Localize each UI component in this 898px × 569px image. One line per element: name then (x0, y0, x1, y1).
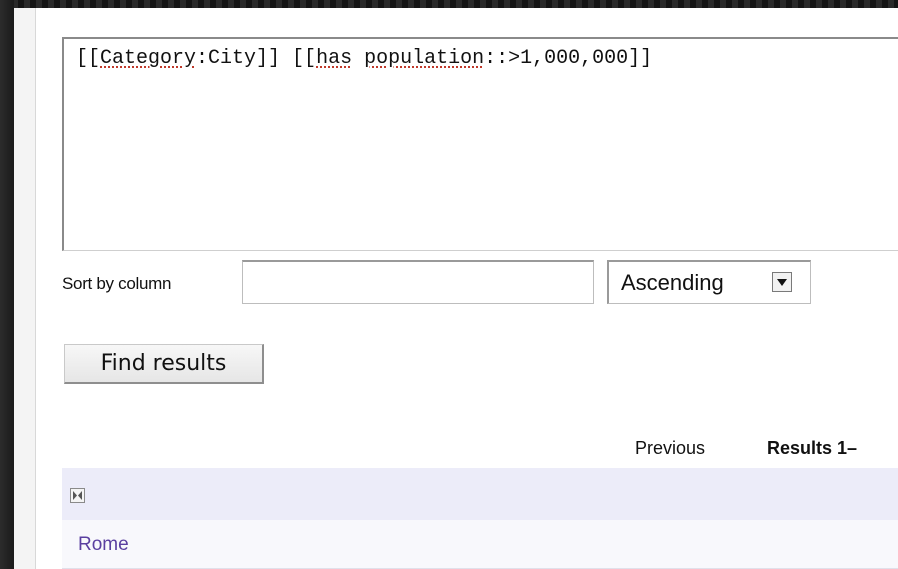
sort-toggle-icon[interactable] (70, 488, 85, 503)
query-population-word: population (364, 47, 485, 70)
sort-label: Sort by column (62, 274, 172, 293)
query-prefix: [[ (76, 47, 101, 70)
window-left-edge (0, 0, 14, 569)
query-has-word: has (316, 47, 353, 70)
table-row: Rome (62, 520, 898, 569)
sort-order-value: Ascending (621, 270, 724, 295)
results-range: Results 1– (767, 438, 858, 458)
query-space (352, 47, 364, 70)
query-category-word: Category (100, 47, 197, 70)
query-condition: ::>1,000,000]] (484, 47, 653, 70)
sort-order-select[interactable]: Ascending (607, 260, 811, 304)
previous-link[interactable]: Previous (635, 438, 705, 459)
sort-column-input[interactable] (242, 260, 594, 304)
find-results-button[interactable]: Find results (64, 344, 264, 384)
results-table-header (62, 468, 898, 520)
page-left-margin (14, 8, 36, 569)
results-pager: Previous Results 1– (62, 438, 898, 462)
result-link-rome[interactable]: Rome (78, 534, 129, 556)
chevron-down-icon[interactable] (772, 272, 792, 292)
query-category-rest: :City]] [[ (196, 47, 317, 70)
page-content: [[Category:City]] [[has population::>1,0… (14, 8, 898, 569)
query-textarea[interactable]: [[Category:City]] [[has population::>1,0… (62, 37, 898, 251)
sort-row: Sort by column Ascending (62, 260, 898, 304)
